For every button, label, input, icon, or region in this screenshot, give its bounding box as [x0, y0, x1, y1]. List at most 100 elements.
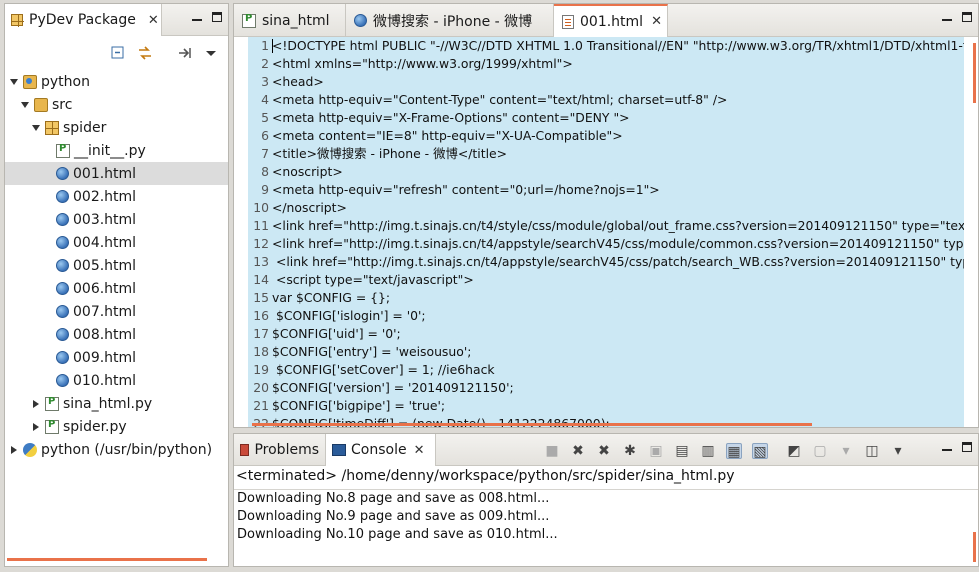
- pin-console-icon[interactable]: ◩: [786, 443, 802, 459]
- code-line[interactable]: 5 <meta http-equiv="X-Frame-Options" cont…: [248, 109, 964, 127]
- status-bar: [0, 567, 979, 572]
- remove-launch-icon[interactable]: ✖: [570, 443, 586, 459]
- code-line[interactable]: 6 <meta content="IE=8" http-equiv="X-UA-C…: [248, 127, 964, 145]
- code-line[interactable]: 21 $CONFIG['bigpipe'] = 'true';: [248, 397, 964, 415]
- scroll-lock-icon[interactable]: ▥: [700, 443, 716, 459]
- code-line[interactable]: 13 <link href="http://img.t.sinajs.cn/t4…: [248, 253, 964, 271]
- maximize-icon[interactable]: [962, 442, 972, 452]
- tree-item[interactable]: 007.html: [5, 300, 228, 323]
- code-line[interactable]: 1 <!DOCTYPE html PUBLIC "-//W3C//DTD XHTM…: [248, 37, 964, 55]
- code-line[interactable]: 11 <link href="http://img.t.sinajs.cn/t4/…: [248, 217, 964, 235]
- tree-item[interactable]: spider: [5, 116, 228, 139]
- code-line[interactable]: 17 $CONFIG['uid'] = '0';: [248, 325, 964, 343]
- tab-problems[interactable]: Problems: [234, 434, 326, 466]
- expand-arrow-icon[interactable]: [9, 77, 19, 87]
- code-line[interactable]: 15 var $CONFIG = {};: [248, 289, 964, 307]
- show-on-stderr-icon[interactable]: ▧: [752, 443, 768, 460]
- clear-console-icon[interactable]: ▤: [674, 443, 690, 459]
- code-text: $CONFIG['version'] = '201409121150';: [272, 380, 514, 395]
- disconnect-icon[interactable]: ▣: [648, 443, 664, 459]
- tree-item[interactable]: 002.html: [5, 185, 228, 208]
- vertical-scroll-indicator[interactable]: [973, 532, 976, 562]
- minimize-icon[interactable]: [942, 12, 952, 22]
- code-area[interactable]: 1 <!DOCTYPE html PUBLIC "-//W3C//DTD XHTM…: [248, 37, 964, 427]
- html-globe-icon: [56, 167, 69, 180]
- tree-item[interactable]: 004.html: [5, 231, 228, 254]
- line-number: 7: [261, 146, 269, 161]
- project-tree: python src spider __init__.py 001.html 002.ht…: [5, 70, 228, 461]
- console-output[interactable]: Downloading No.8 page and save as 008.ht…: [234, 490, 978, 566]
- tree-item[interactable]: python: [5, 70, 228, 93]
- terminate-icon[interactable]: ■: [544, 443, 560, 459]
- tab-001-html[interactable]: 001.html ✕: [554, 4, 668, 37]
- code-line[interactable]: 8 <noscript>: [248, 163, 964, 181]
- tree-item[interactable]: python (/usr/bin/python): [5, 438, 228, 461]
- expand-arrow-icon[interactable]: [20, 100, 30, 110]
- html-globe-icon: [56, 259, 69, 272]
- open-console-icon[interactable]: ◫: [864, 443, 880, 459]
- tree-item[interactable]: 005.html: [5, 254, 228, 277]
- code-line[interactable]: 12 <link href="http://img.t.sinajs.cn/t4/…: [248, 235, 964, 253]
- tree-item[interactable]: 008.html: [5, 323, 228, 346]
- tab-pydev-package[interactable]: PyDev Package ✕: [5, 4, 162, 36]
- link-with-editor-icon[interactable]: [137, 45, 153, 61]
- show-on-stdout-icon[interactable]: ▦: [726, 443, 742, 460]
- code-line[interactable]: 10 </noscript>: [248, 199, 964, 217]
- chevron-down-icon[interactable]: [205, 45, 217, 61]
- editor-content[interactable]: 1 <!DOCTYPE html PUBLIC "-//W3C//DTD XHTM…: [234, 37, 978, 427]
- tree-item[interactable]: __init__.py: [5, 139, 228, 162]
- code-line[interactable]: 20 $CONFIG['version'] = '201409121150';: [248, 379, 964, 397]
- debug-icon[interactable]: ✱: [622, 443, 638, 459]
- horizontal-scroll-indicator[interactable]: [7, 558, 207, 561]
- tab-console[interactable]: Console ✕: [326, 434, 436, 466]
- chevron-down-icon[interactable]: ▾: [890, 443, 906, 459]
- expand-arrow-icon[interactable]: [31, 123, 41, 133]
- vertical-scroll-indicator[interactable]: [973, 43, 976, 103]
- tree-item[interactable]: spider.py: [5, 415, 228, 438]
- close-icon[interactable]: ✕: [148, 13, 159, 28]
- maximize-icon[interactable]: [962, 12, 972, 22]
- tree-item[interactable]: sina_html.py: [5, 392, 228, 415]
- code-line[interactable]: 4 <meta http-equiv="Content-Type" content…: [248, 91, 964, 109]
- display-selected-console-icon[interactable]: ▢: [812, 443, 828, 459]
- tab-label: Problems: [254, 442, 319, 458]
- collapse-all-icon[interactable]: [110, 45, 126, 61]
- code-line[interactable]: 18 $CONFIG['entry'] = 'weisousuo';: [248, 343, 964, 361]
- tab-sina-html[interactable]: sina_html: [234, 4, 346, 37]
- tree-item[interactable]: 006.html: [5, 277, 228, 300]
- tree-item[interactable]: 003.html: [5, 208, 228, 231]
- tree-item[interactable]: 001.html: [5, 162, 228, 185]
- collapse-arrow-icon[interactable]: [31, 422, 41, 432]
- tree-item[interactable]: src: [5, 93, 228, 116]
- tab-weibo-search[interactable]: 微博搜索 - iPhone - 微博: [346, 4, 554, 37]
- close-icon[interactable]: ✕: [414, 443, 425, 458]
- code-line[interactable]: 19 $CONFIG['setCover'] = 1; //ie6hack: [248, 361, 964, 379]
- maximize-icon[interactable]: [212, 12, 222, 22]
- collapse-arrow-icon[interactable]: [9, 445, 19, 455]
- folder-icon: [34, 97, 48, 112]
- minimize-icon[interactable]: [192, 12, 202, 22]
- tree-item-label: 009.html: [73, 349, 137, 366]
- close-icon[interactable]: ✕: [651, 14, 662, 29]
- horizontal-scroll-indicator[interactable]: [252, 423, 812, 426]
- code-text: $CONFIG['entry'] = 'weisousuo';: [272, 344, 472, 359]
- chevron-down-icon[interactable]: ▾: [838, 443, 854, 459]
- tree-item-label: src: [52, 96, 73, 113]
- tab-label: Console: [351, 442, 407, 458]
- code-line[interactable]: 16 $CONFIG['islogin'] = '0';: [248, 307, 964, 325]
- code-line[interactable]: 2 <html xmlns="http://www.w3.org/1999/xht…: [248, 55, 964, 73]
- view-menu-filter-icon[interactable]: [177, 45, 193, 61]
- tree-item[interactable]: 009.html: [5, 346, 228, 369]
- minimize-icon[interactable]: [942, 442, 952, 452]
- code-line[interactable]: 7 <title>微博搜索 - iPhone - 微博</title>: [248, 145, 964, 163]
- tree-item[interactable]: 010.html: [5, 369, 228, 392]
- console-process-label: <terminated> /home/denny/workspace/pytho…: [236, 468, 735, 484]
- remove-all-terminated-icon[interactable]: ✖: [596, 443, 612, 459]
- code-line[interactable]: 3 <head>: [248, 73, 964, 91]
- code-line[interactable]: 14 <script type="text/javascript">: [248, 271, 964, 289]
- collapse-arrow-icon[interactable]: [31, 399, 41, 409]
- code-line[interactable]: 9 <meta http-equiv="refresh" content="0;u…: [248, 181, 964, 199]
